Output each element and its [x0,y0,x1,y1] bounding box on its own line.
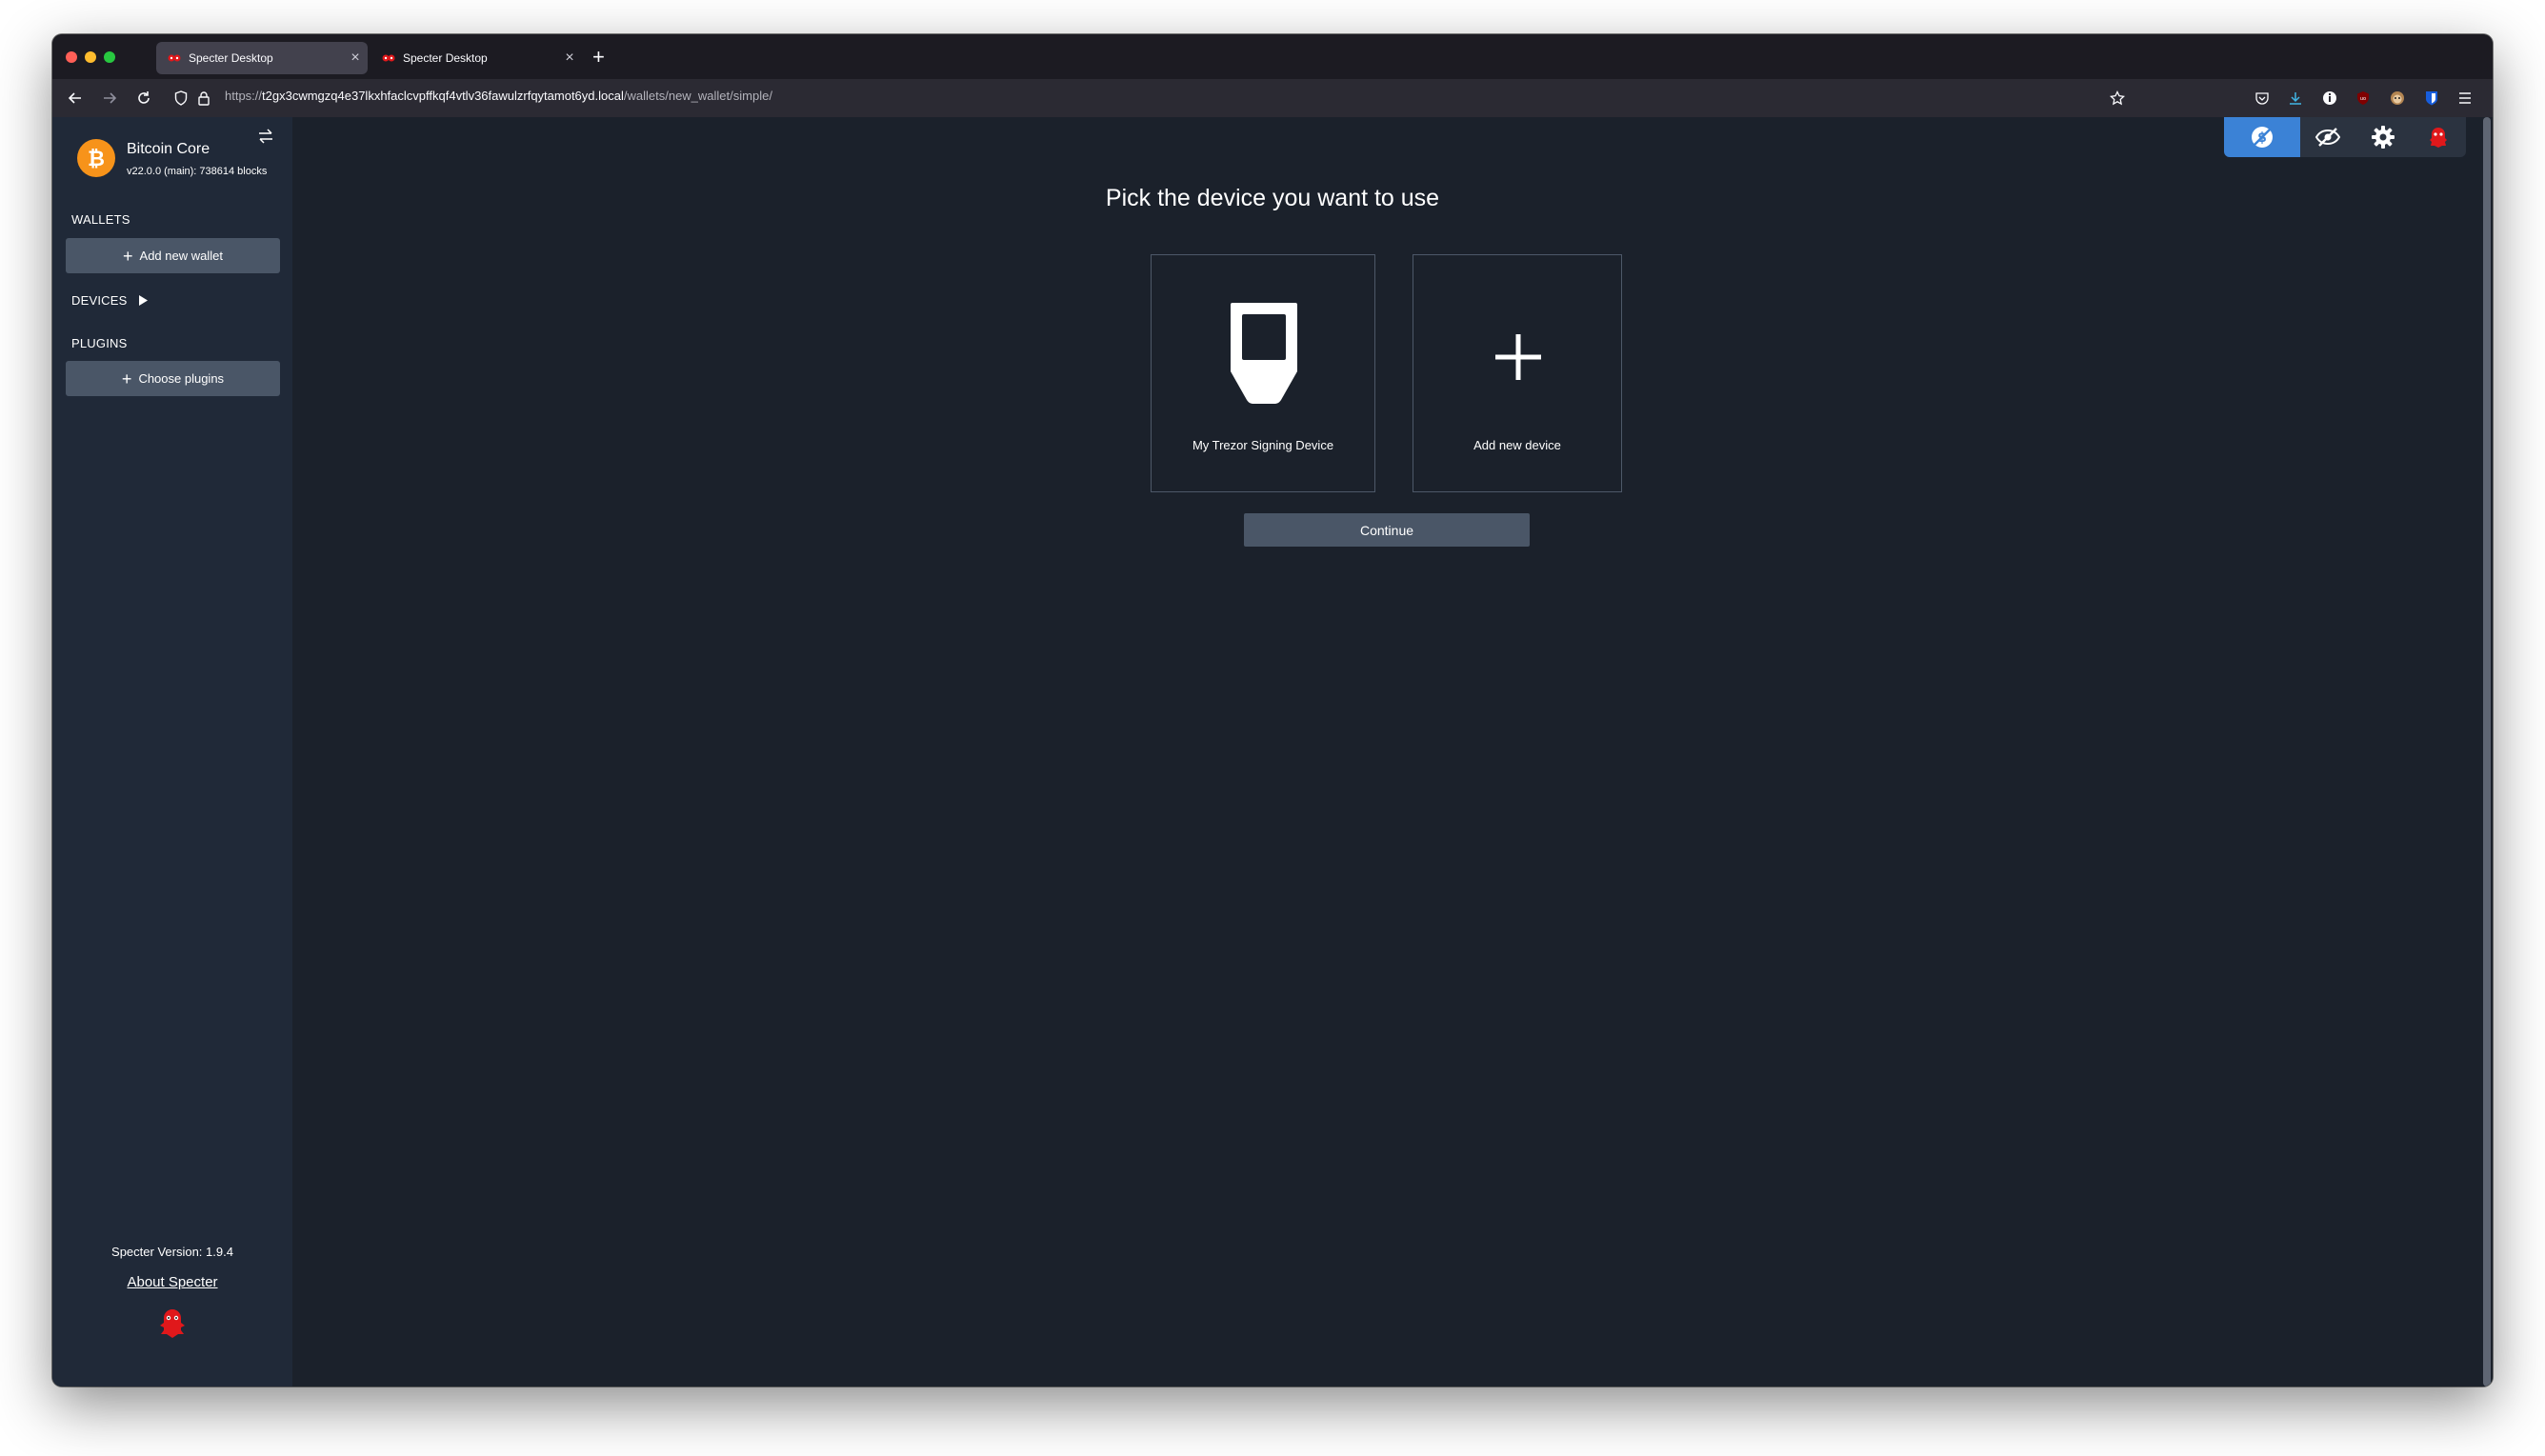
ublock-extension-icon[interactable]: uo [2354,89,2373,108]
shield-icon[interactable] [170,87,192,110]
hide-sensitive-button[interactable] [2300,117,2355,157]
plus-icon: + [123,246,133,266]
continue-button[interactable]: Continue [1244,513,1530,547]
bookmark-star-icon[interactable] [2108,89,2127,108]
choose-plugins-label: Choose plugins [138,371,225,386]
url-path: /wallets/new_wallet/simple/ [623,89,772,103]
specter-version: Specter Version: 1.9.4 [52,1245,292,1259]
navigation-bar: https://t2gx3cwmgzq4e37lkxhfaclcvpffkqf4… [52,79,2493,117]
version-prefix: Specter Version: [111,1245,207,1259]
specter-favicon-icon [382,54,395,62]
wallets-section-label: WALLETS [71,212,130,227]
eye-slash-icon [2315,128,2341,147]
tab-specter-1[interactable]: Specter Desktop × [156,42,368,74]
trezor-icon [1231,303,1297,404]
device-label: Add new device [1473,438,1561,452]
close-window-button[interactable] [66,51,77,63]
browser-window: Specter Desktop × Specter Desktop × + ht… [52,34,2493,1386]
sidebar: ₿ Bitcoin Core v22.0.0 (main): 738614 bl… [52,117,292,1386]
bitcoin-icon[interactable]: ₿ [77,139,115,177]
scrollbar-thumb[interactable] [2483,117,2491,1386]
pocket-icon[interactable] [2253,89,2272,108]
tab-close-icon[interactable]: × [343,50,368,67]
tab-close-icon[interactable]: × [557,50,582,67]
minimize-window-button[interactable] [85,51,96,63]
svg-text:uo: uo [2360,96,2366,102]
tab-strip: Specter Desktop × Specter Desktop × + [52,34,2493,79]
about-specter-link[interactable]: About Specter [52,1274,292,1290]
specter-favicon-icon [168,54,181,62]
new-tab-button[interactable]: + [592,46,605,69]
node-name[interactable]: Bitcoin Core [127,141,210,158]
tab-specter-2[interactable]: Specter Desktop × [371,42,582,74]
specter-ghost-icon [2430,128,2447,148]
add-wallet-label: Add new wallet [139,249,223,263]
tor-off-icon: $ [2252,127,2273,148]
tab-title: Specter Desktop [403,51,488,65]
forward-icon[interactable] [98,87,121,110]
tor-toggle-button[interactable]: $ [2224,117,2300,157]
lock-icon[interactable] [192,87,215,110]
add-wallet-button[interactable]: + Add new wallet [66,238,280,273]
url-host: t2gx3cwmgzq4e37lkxhfaclcvpffkqf4vtlv36fa… [262,89,624,103]
expand-triangle-icon [139,295,149,306]
settings-button[interactable] [2355,117,2411,157]
page-title: Pick the device you want to use [1105,185,1440,211]
gear-icon [2372,126,2395,149]
back-icon[interactable] [64,87,87,110]
add-device-card[interactable]: Add new device [1413,254,1622,492]
plus-icon: + [121,369,132,389]
devices-section-toggle[interactable]: DEVICES [71,293,149,308]
monkey-extension-icon[interactable] [2388,89,2407,108]
version-number: 1.9.4 [206,1245,233,1259]
specter-ghost-logo-icon [159,1307,186,1338]
svg-text:₿: ₿ [88,148,105,171]
reload-icon[interactable] [132,87,155,110]
menu-icon[interactable] [2455,89,2475,108]
page-content: ₿ Bitcoin Core v22.0.0 (main): 738614 bl… [52,117,2493,1386]
info-extension-icon[interactable] [2320,89,2339,108]
specter-notification-button[interactable] [2411,117,2466,157]
zoom-window-button[interactable] [104,51,115,63]
plugins-section-label: PLUGINS [71,336,128,350]
device-card-trezor[interactable]: My Trezor Signing Device [1151,254,1375,492]
switch-node-icon[interactable] [256,127,275,146]
top-toolbar: $ [2224,117,2466,157]
bitwarden-extension-icon[interactable] [2422,89,2441,108]
page-scrollbar[interactable] [2481,117,2493,1386]
plus-icon [1495,334,1541,380]
device-label: My Trezor Signing Device [1192,438,1334,452]
tab-title: Specter Desktop [189,51,273,65]
url-scheme: https:// [225,89,263,103]
url-bar[interactable]: https://t2gx3cwmgzq4e37lkxhfaclcvpffkqf4… [225,89,772,103]
devices-section-label: DEVICES [71,293,128,308]
choose-plugins-button[interactable]: + Choose plugins [66,361,280,396]
node-status: v22.0.0 (main): 738614 blocks [127,166,268,177]
download-icon[interactable] [2286,89,2305,108]
